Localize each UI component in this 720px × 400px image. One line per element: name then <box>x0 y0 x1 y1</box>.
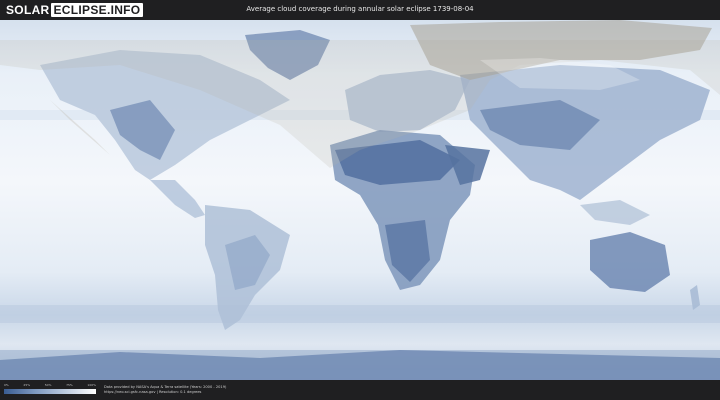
page-title: Average cloud coverage during annular so… <box>246 5 474 13</box>
cloud-band <box>0 305 720 323</box>
cloud-coverage-map <box>0 20 720 380</box>
credits-line-url[interactable]: https://neo.sci.gsfc.nasa.gov | Resoluti… <box>104 390 226 395</box>
data-credits: Data provided by NASA's Aqua & Terra sat… <box>104 385 226 395</box>
world-map <box>0 20 720 380</box>
header-bar: SOLAR ECLIPSE.INFO Average cloud coverag… <box>0 0 720 20</box>
cloud-coverage-legend <box>4 389 96 394</box>
